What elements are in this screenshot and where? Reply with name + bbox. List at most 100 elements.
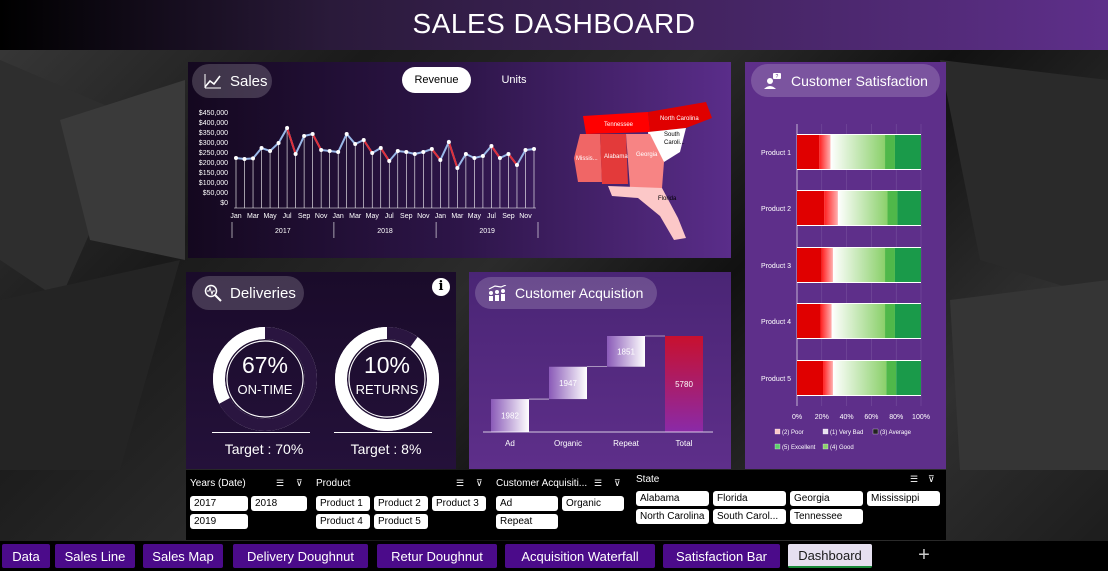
slicer-acq-organic[interactable]: Organic: [562, 496, 624, 511]
legend-label: (1) Very Bad: [830, 430, 863, 436]
bar-segment: [837, 191, 888, 225]
category-label: Product 2: [761, 206, 791, 213]
sales-decline-segment: [490, 145, 501, 159]
satisfaction-panel: ? Customer Satisfaction 0% 20% 40% 60% 80% 10…: [745, 62, 946, 469]
sales-decline-segment: [447, 141, 459, 169]
sales-point: [429, 147, 434, 151]
acq-clear-filter-icon[interactable]: ⊽: [614, 478, 621, 489]
slicer-state-north-carolina[interactable]: North Carolina: [636, 509, 709, 524]
legend-swatch: [822, 443, 829, 450]
slicer-year-2017[interactable]: 2017: [190, 496, 248, 511]
product-multiselect-icon[interactable]: ☰: [456, 478, 464, 489]
deliveries-panel: Deliveries i 67% ON-TIME Target : 70% 10…: [186, 272, 456, 469]
sales-point: [242, 157, 247, 161]
waterfall-data-label: 5780: [675, 380, 693, 389]
category-label: Product 1: [761, 150, 791, 157]
tab-retur-doughnut[interactable]: Retur Doughnut: [377, 544, 497, 568]
tab-acquisition-waterfall[interactable]: Acquisition Waterfall: [505, 544, 655, 568]
deliveries-label: Deliveries: [230, 284, 296, 302]
map-label-south-carolina-1: South: [664, 132, 680, 138]
sales-point: [532, 147, 536, 151]
satisfaction-bar-chart: 0% 20% 40% 60% 80% 100% Product 1 Product 2 Prod…: [761, 124, 930, 451]
tab-dashboard[interactable]: Dashboard: [788, 544, 872, 568]
donut-remaining: [335, 327, 439, 431]
sales-point: [387, 159, 392, 163]
x-tick-label: Mar: [349, 213, 362, 220]
waterfall-category-label: Ad: [505, 439, 515, 448]
legend-swatch: [872, 428, 879, 435]
slicer-product-2[interactable]: Product 2: [374, 496, 428, 511]
sales-point: [259, 146, 264, 150]
tab-sales-line[interactable]: Sales Line: [55, 544, 135, 568]
slicer-state-tennessee[interactable]: Tennessee: [790, 509, 863, 524]
slicer-acq-repeat[interactable]: Repeat: [496, 514, 558, 529]
bar-segment: [832, 248, 886, 282]
years-multiselect-icon[interactable]: ☰: [276, 478, 284, 489]
slicer-product-3[interactable]: Product 3: [432, 496, 486, 511]
slicer-state-florida[interactable]: Florida: [713, 491, 786, 506]
x-tick-label: 80%: [889, 414, 903, 421]
map-label-tennessee: Tennessee: [604, 122, 634, 128]
tab-data[interactable]: Data: [2, 544, 50, 568]
sales-point: [302, 134, 307, 138]
bar-segment: [797, 248, 822, 282]
sales-point: [404, 150, 409, 154]
sales-decline-segment: [431, 148, 442, 161]
legend-label: (2) Poor: [782, 430, 804, 436]
sales-point: [293, 152, 298, 156]
slicer-state-south-carolina[interactable]: South Carol...: [713, 509, 786, 524]
x-tick-label: Nov: [417, 213, 430, 220]
bar-segment: [797, 135, 820, 169]
sales-point: [276, 141, 281, 145]
state-multiselect-icon[interactable]: ☰: [910, 474, 918, 485]
acq-multiselect-icon[interactable]: ☰: [594, 478, 602, 489]
slicer-state-georgia[interactable]: Georgia: [790, 491, 863, 506]
bar-segment: [894, 135, 921, 169]
product-clear-filter-icon[interactable]: ⊽: [476, 478, 483, 489]
map-florida[interactable]: [608, 186, 686, 240]
acq-slicer-title: Customer Acquisiti...: [496, 478, 588, 489]
sales-point: [455, 166, 460, 170]
waterfall-data-label: 1947: [559, 379, 577, 388]
state-clear-filter-icon[interactable]: ⊽: [928, 474, 935, 485]
legend-swatch: [774, 443, 781, 450]
map-label-florida: Florida: [658, 196, 677, 202]
years-clear-filter-icon[interactable]: ⊽: [296, 478, 303, 489]
bar-segment: [894, 248, 921, 282]
sales-decline-segment: [311, 133, 323, 151]
map-label-north-carolina: North Carolina: [660, 116, 699, 122]
slicer-year-2018[interactable]: 2018: [251, 496, 307, 511]
sales-point: [319, 148, 324, 152]
sales-point: [412, 152, 417, 156]
year-label: 2017: [275, 228, 291, 235]
x-tick-label: Sep: [400, 213, 413, 220]
slicer-product-4[interactable]: Product 4: [316, 514, 370, 529]
tab-sales-map[interactable]: Sales Map: [143, 544, 223, 568]
x-tick-label: 60%: [864, 414, 878, 421]
tab-satisfaction-bar[interactable]: Satisfaction Bar: [663, 544, 780, 568]
category-label: Product 5: [761, 376, 791, 383]
sales-point: [438, 158, 443, 162]
x-tick-label: Jan: [230, 213, 241, 220]
slicer-state-alabama[interactable]: Alabama: [636, 491, 709, 506]
x-tick-label: May: [468, 213, 482, 220]
slicer-product-1[interactable]: Product 1: [316, 496, 370, 511]
legend-label: (3) Average: [880, 430, 912, 436]
map-label-mississippi: Missis...: [576, 156, 598, 162]
slicer-year-2019[interactable]: 2019: [190, 514, 248, 529]
bar-segment: [894, 304, 921, 338]
sales-point: [268, 149, 273, 153]
add-tab-button[interactable]: +: [912, 544, 936, 568]
tab-delivery-doughnut[interactable]: Delivery Doughnut: [233, 544, 368, 568]
sales-decline-segment: [362, 139, 374, 154]
on-time-pct: 67%: [241, 352, 289, 378]
legend-swatch: [774, 428, 781, 435]
slicer-acq-ad[interactable]: Ad: [496, 496, 558, 511]
info-icon[interactable]: i: [432, 278, 450, 296]
year-label: 2019: [479, 228, 495, 235]
sales-point: [336, 150, 341, 154]
slicer-product-5[interactable]: Product 5: [374, 514, 428, 529]
on-time-target: Target : 70%: [224, 441, 304, 457]
deliveries-header: Deliveries: [192, 276, 304, 310]
slicer-state-mississippi[interactable]: Mississippi: [867, 491, 940, 506]
